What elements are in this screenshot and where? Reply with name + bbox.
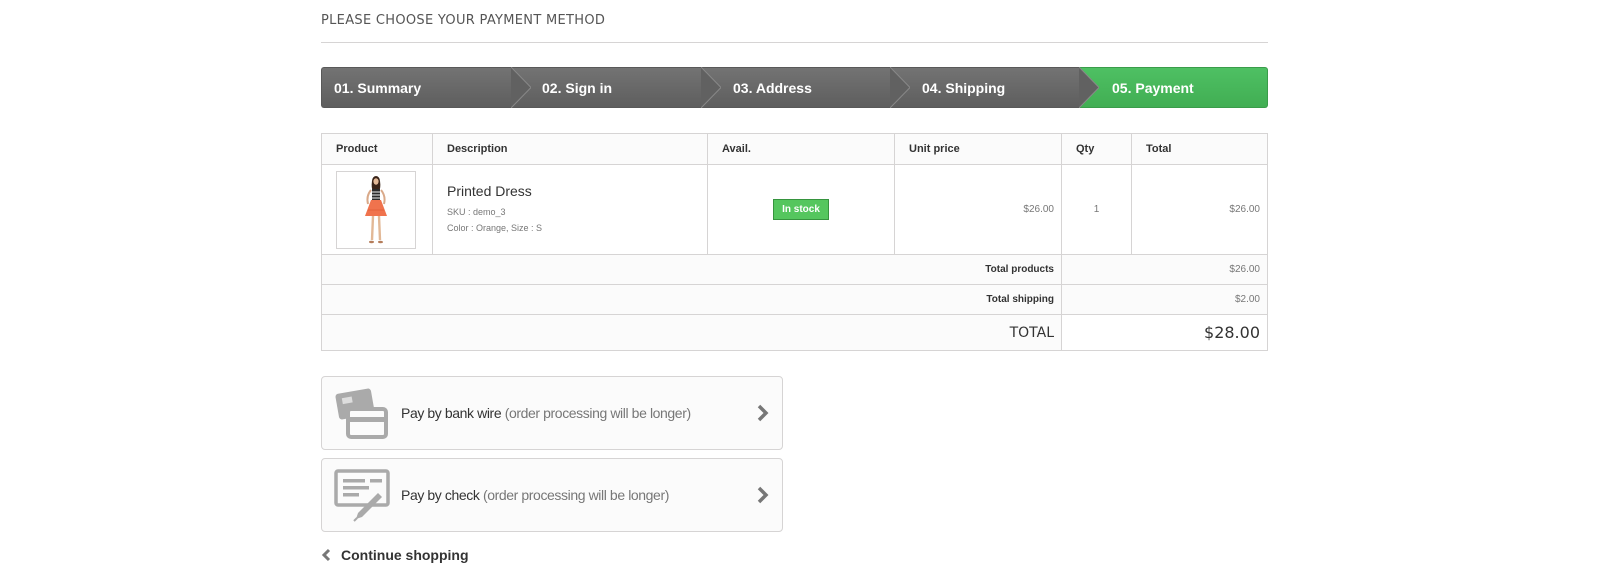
- step-payment: 05. Payment: [1079, 67, 1268, 108]
- step-address-label: 03. Address: [733, 79, 812, 96]
- step-summary-label: 01. Summary: [334, 79, 422, 96]
- step-sign-in[interactable]: 02. Sign in: [511, 67, 721, 108]
- grand-total-row: TOTAL $28.00: [321, 314, 1268, 351]
- check-icon: [334, 469, 390, 522]
- step-address[interactable]: 03. Address: [701, 67, 910, 108]
- dress-image-icon: [365, 175, 387, 243]
- grand-total-label: TOTAL: [321, 314, 1062, 351]
- col-unit-price: Unit price: [894, 133, 1062, 165]
- step-summary[interactable]: 01. Summary: [321, 67, 531, 108]
- chevron-right-icon: [757, 486, 769, 504]
- quantity: 1: [1061, 164, 1132, 255]
- grand-total-value: $28.00: [1061, 314, 1268, 351]
- total-shipping-value: $2.00: [1061, 284, 1268, 315]
- step-payment-label: 05. Payment: [1112, 79, 1194, 96]
- checkout-container: PLEASE CHOOSE YOUR PAYMENT METHOD 01. Su…: [321, 0, 1268, 563]
- table-row: Printed Dress SKU : demo_3 Color : Orang…: [321, 164, 1268, 255]
- pay-by-bank-wire-button[interactable]: Pay by bank wire (order processing will …: [321, 376, 783, 450]
- cart-summary-table: Product Description Avail. Unit price Qt…: [321, 133, 1268, 351]
- step-shipping[interactable]: 04. Shipping: [890, 67, 1099, 108]
- col-qty: Qty: [1061, 133, 1132, 165]
- bank-wire-title: Pay by bank wire: [401, 405, 502, 421]
- pay-by-check-button[interactable]: Pay by check (order processing will be l…: [321, 458, 783, 532]
- product-name-link[interactable]: Printed Dress: [447, 183, 707, 199]
- check-title: Pay by check: [401, 487, 480, 503]
- chevron-right-icon: [757, 404, 769, 422]
- bank-wire-note: (order processing will be longer): [504, 405, 691, 421]
- total-shipping-label: Total shipping: [321, 284, 1062, 315]
- product-sku: SKU : demo_3: [447, 207, 506, 217]
- col-total: Total: [1131, 133, 1268, 165]
- total-products-row: Total products $26.00: [321, 254, 1268, 285]
- checkout-steps: 01. Summary 02. Sign in 03. Address 04. …: [321, 67, 1268, 108]
- total-shipping-row: Total shipping $2.00: [321, 284, 1268, 315]
- product-image[interactable]: [336, 170, 416, 249]
- continue-shopping-label: Continue shopping: [341, 547, 469, 563]
- step-arrow-icon: [890, 67, 910, 108]
- product-attributes[interactable]: Color : Orange, Size : S: [447, 220, 707, 236]
- step-arrow-icon: [701, 67, 721, 108]
- continue-shopping-link[interactable]: Continue shopping: [321, 547, 469, 563]
- page-title: PLEASE CHOOSE YOUR PAYMENT METHOD: [321, 0, 1268, 43]
- total-products-value: $26.00: [1061, 254, 1268, 285]
- total-products-label: Total products: [321, 254, 1062, 285]
- status-badge: In stock: [773, 199, 829, 220]
- table-header-row: Product Description Avail. Unit price Qt…: [321, 133, 1268, 165]
- bank-wire-icon: [335, 388, 388, 439]
- col-availability: Avail.: [707, 133, 895, 165]
- check-note: (order processing will be longer): [482, 487, 669, 503]
- line-total: $26.00: [1131, 164, 1268, 255]
- col-product: Product: [321, 133, 433, 165]
- unit-price: $26.00: [894, 164, 1062, 255]
- step-sign-in-label: 02. Sign in: [542, 79, 613, 96]
- chevron-left-icon: [321, 548, 331, 562]
- col-description: Description: [432, 133, 708, 165]
- step-arrow-icon: [511, 67, 531, 108]
- step-shipping-label: 04. Shipping: [922, 79, 1006, 96]
- step-arrow-icon: [1079, 67, 1099, 108]
